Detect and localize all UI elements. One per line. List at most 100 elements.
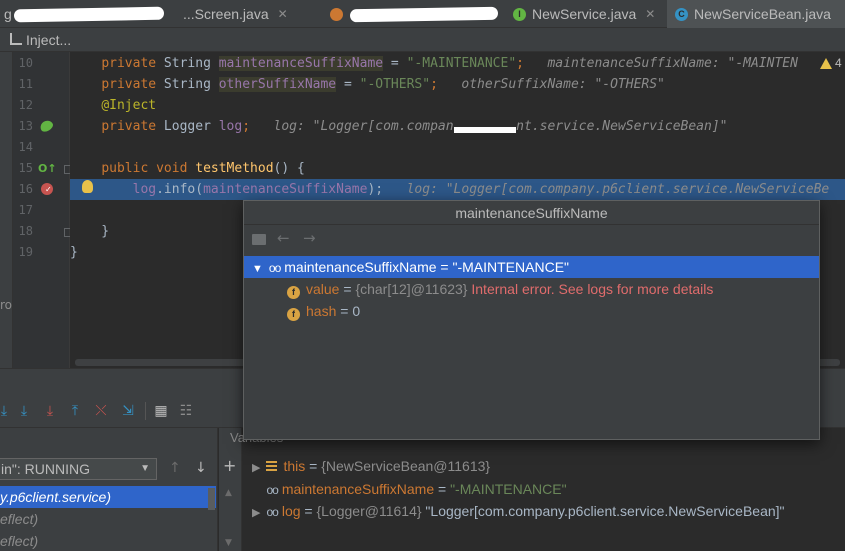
variable-name: hash — [306, 303, 337, 319]
code-token: ); — [367, 182, 407, 197]
warning-count: 4 — [835, 56, 842, 70]
code-token: maintenanceSuffixName — [218, 56, 384, 71]
breadcrumb[interactable]: Inject... — [0, 28, 845, 52]
warning-icon[interactable] — [820, 58, 832, 69]
close-icon[interactable]: ✕ — [645, 7, 655, 21]
variable-error: Internal error. See logs for more detail… — [467, 281, 714, 297]
chevron-down-icon[interactable]: ▼ — [252, 263, 263, 275]
chevron-right-icon[interactable]: ▶ — [252, 462, 260, 474]
code-token: } — [70, 224, 110, 239]
code-token: "-MAINTENANCE" — [406, 56, 517, 71]
tab-newservice[interactable]: I NewService.java ✕ — [505, 0, 665, 28]
run-to-cursor-icon[interactable]: ⇲ — [120, 403, 136, 419]
code-token: } — [70, 245, 78, 260]
code-token: () { — [273, 161, 305, 176]
code-token: maintenanceSuffixName — [203, 182, 368, 197]
code-line[interactable]: @Inject — [70, 95, 845, 116]
chevron-up-icon[interactable]: ▲ — [225, 488, 232, 498]
code-token: nt.service.NewServiceBean]" — [516, 119, 728, 134]
interface-file-icon: I — [513, 7, 526, 21]
popup-child-row-value[interactable]: f value = {char[12]@11623} Internal error… — [244, 278, 819, 300]
watch-icon: oo — [268, 261, 281, 275]
code-line[interactable]: private Logger log; log: "Logger[com.com… — [70, 116, 845, 137]
code-line[interactable] — [70, 137, 845, 158]
code-token: @Inject — [101, 98, 157, 113]
tab-label: g — [4, 6, 12, 22]
code-token: private — [101, 77, 157, 92]
variable-eq: = — [339, 281, 356, 297]
forward-arrow-icon[interactable]: → — [303, 229, 316, 247]
frame-item[interactable]: y.p6client.service) — [0, 486, 216, 508]
line-number: 14 — [18, 140, 33, 154]
intention-bulb-icon[interactable] — [82, 180, 93, 193]
variable-eq: = — [434, 481, 451, 497]
popup-tree: ▼ oo maintenanceSuffixName = "-MAINTENANCE… — [244, 254, 819, 439]
close-icon[interactable]: ✕ — [278, 7, 288, 21]
variables-panel: ▶ this = {NewServiceBean@11613} ▶oomainte… — [242, 428, 845, 551]
left-strip-text: ro — [0, 298, 13, 312]
variable-eq: = — [300, 503, 317, 519]
drop-frame-icon[interactable]: ⤬ — [93, 403, 109, 419]
trace-icon[interactable]: ☷ — [178, 403, 194, 419]
code-line[interactable]: public void testMethod() { — [70, 158, 845, 179]
chevron-down-icon[interactable]: ▼ — [225, 538, 232, 548]
breadcrumb-label: Inject... — [26, 31, 72, 48]
tab-label: ...Screen.java — [183, 6, 269, 22]
line-number: 16 — [18, 182, 33, 196]
popup-child-row-hash[interactable]: f hash = 0 — [244, 300, 819, 322]
line-number: 11 — [18, 77, 33, 91]
code-token: private — [101, 56, 157, 71]
folder-icon[interactable] — [252, 234, 266, 245]
tab-redacted-3[interactable] — [330, 0, 500, 28]
code-token: .info( — [156, 182, 204, 197]
tab-redacted-2[interactable]: ...Screen.java ✕ — [175, 0, 310, 28]
line-number: 13 — [18, 119, 33, 133]
popup-toolbar: ← → — [244, 226, 819, 254]
popup-title: maintenanceSuffixName — [244, 201, 819, 225]
tab-newservicebean[interactable]: C NewServiceBean.java — [667, 0, 845, 28]
code-token: private — [101, 119, 157, 134]
step-out-icon[interactable]: ⤒ — [67, 403, 83, 419]
arrow-up-icon[interactable]: ↑ — [169, 460, 181, 476]
variable-name: this — [283, 458, 306, 474]
toolbar-divider — [145, 402, 146, 420]
line-number: 19 — [18, 245, 33, 259]
code-token: = — [383, 56, 407, 71]
code-line[interactable]: private String maintenanceSuffixName = "… — [70, 53, 845, 74]
variable-value: 0 — [352, 303, 361, 319]
popup-root-row[interactable]: ▼ oo maintenanceSuffixName = "-MAINTENANCE… — [244, 256, 819, 278]
field-icon: f — [287, 308, 300, 321]
step-into-icon[interactable]: ⤓ — [16, 403, 32, 419]
chevron-right-icon[interactable]: ▶ — [252, 507, 260, 519]
tab-label: NewServiceBean.java — [694, 6, 831, 22]
add-watch-button[interactable]: + — [223, 456, 236, 475]
variable-value: "-MAINTENANCE" — [452, 259, 570, 275]
back-arrow-icon[interactable]: ← — [277, 229, 290, 247]
code-token: "-OTHERS" — [359, 77, 431, 92]
evaluate-expression-icon[interactable]: ▦ — [153, 403, 169, 419]
variable-type: {NewServiceBean@11613} — [321, 458, 491, 474]
variable-row-log[interactable]: ▶ oo log = {Logger@11614} "Logger[com.comp… — [252, 500, 785, 522]
thread-selector[interactable]: in": RUNNING ▼ — [0, 458, 157, 480]
code-token: log — [132, 182, 157, 197]
variable-row-this[interactable]: ▶ this = {NewServiceBean@11613} — [252, 455, 490, 477]
execution-line[interactable]: log.info(maintenanceSuffixName); log: "L… — [70, 179, 845, 200]
tab-redacted-1[interactable]: g — [0, 0, 170, 28]
implements-icon[interactable]: O↑ — [38, 162, 57, 175]
frame-item[interactable]: eflect) — [0, 530, 216, 551]
code-line[interactable]: private String otherSuffixName = "-OTHER… — [70, 74, 845, 95]
force-step-into-icon[interactable]: ⤓ — [42, 403, 58, 419]
editor-gutter: 10 11 12 13 14 15 16 17 18 19 O↑ ✓ — [13, 52, 73, 368]
variable-row-maintenance[interactable]: ▶oomaintenanceSuffixName = "-MAINTENANCE… — [252, 478, 566, 500]
frame-item[interactable]: eflect) — [0, 508, 216, 530]
code-token: String — [156, 77, 219, 92]
variable-eq: = — [336, 303, 353, 319]
arrow-down-icon[interactable]: ↓ — [195, 460, 207, 476]
redaction-mark — [349, 6, 499, 23]
step-over-icon[interactable]: ⤓ — [0, 403, 12, 419]
code-token: otherSuffixName — [218, 77, 337, 92]
code-token: void — [156, 161, 188, 176]
frame-label: y.p6client.service) — [0, 489, 112, 505]
frames-scrollbar[interactable] — [208, 488, 215, 510]
